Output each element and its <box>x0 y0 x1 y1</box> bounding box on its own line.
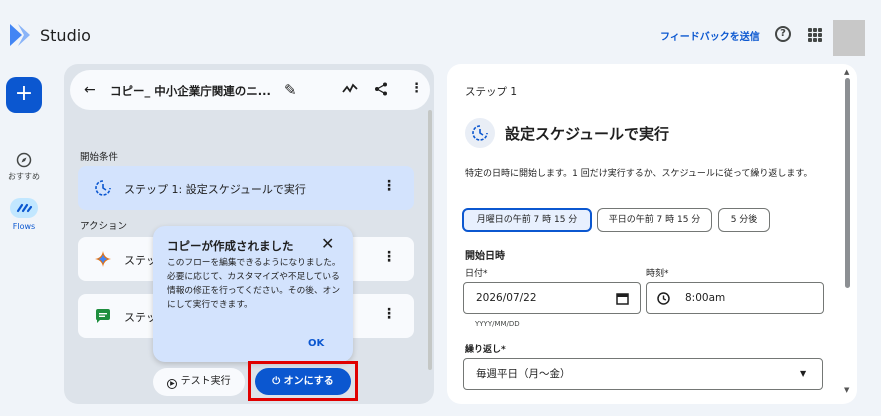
flow-name: コピー_ 中小企業庁関連のニ... <box>110 84 271 98</box>
gemini-sparkle-icon <box>95 251 111 267</box>
share-icon[interactable] <box>374 82 388 96</box>
rail-item-recommended[interactable]: おすすめ <box>0 152 48 182</box>
copy-created-tooltip: コピーが作成されました ✕ このフローを編集できるようになりました。必要に応じて… <box>153 226 353 362</box>
rail-item-flows[interactable]: Flows <box>0 198 48 231</box>
apps-grid-icon[interactable] <box>808 28 822 42</box>
activity-icon[interactable] <box>342 83 358 95</box>
step-detail-panel: ステップ 1 設定スケジュールで実行 特定の日時に開始します。1 回だけ実行する… <box>447 64 857 404</box>
schedule-icon <box>465 118 495 148</box>
more-vert-icon[interactable]: ⋮ <box>410 81 423 96</box>
start-condition-label: 開始条件 <box>80 152 119 163</box>
repeat-value: 毎週平日（月〜金） <box>476 368 571 380</box>
chip-5min[interactable]: 5 分後 <box>718 208 770 232</box>
clock-icon <box>657 292 670 305</box>
step-menu-icon[interactable]: ⋮ <box>382 306 396 322</box>
start-datetime-heading: 開始日時 <box>465 251 505 262</box>
studio-logo-icon[interactable] <box>8 22 32 48</box>
rail-item-label: おすすめ <box>8 172 40 181</box>
time-label: 時刻* <box>646 269 669 279</box>
step-menu-icon[interactable]: ⋮ <box>382 178 396 194</box>
time-field[interactable]: 8:00am <box>646 282 824 314</box>
feedback-link[interactable]: フィードバックを送信 <box>660 28 760 43</box>
create-button[interactable]: + <box>6 77 42 113</box>
edit-pencil-icon[interactable]: ✎ <box>284 81 297 99</box>
avatar[interactable] <box>833 20 865 56</box>
flow-header: ← コピー_ 中小企業庁関連のニ... ✎ <box>70 70 368 110</box>
date-format-helper: YYYY/MM/DD <box>475 320 520 328</box>
date-value: 2026/07/22 <box>476 292 537 304</box>
close-icon[interactable]: ✕ <box>321 234 334 253</box>
dropdown-arrow-icon: ▼ <box>800 369 807 378</box>
turn-on-button[interactable]: ⏻ オンにする <box>255 368 351 395</box>
detail-scrollbar[interactable]: ▲ ▼ <box>844 68 852 398</box>
repeat-select[interactable]: 毎週平日（月〜金） ▼ <box>463 358 823 390</box>
step-title: 設定スケジュールで実行 <box>505 125 669 143</box>
back-arrow-icon[interactable]: ← <box>84 82 96 98</box>
scroll-thumb[interactable] <box>845 78 850 288</box>
step-card-1[interactable]: ステップ 1: 設定スケジュールで実行 ⋮ <box>78 166 414 210</box>
ok-button[interactable]: OK <box>308 338 324 349</box>
action-label: アクション <box>80 221 128 232</box>
turn-on-label: オンにする <box>283 376 334 387</box>
schedule-icon <box>95 180 111 196</box>
help-icon[interactable]: ? <box>775 26 791 42</box>
repeat-label: 繰り返し* <box>465 345 506 355</box>
scroll-up-icon[interactable]: ▲ <box>844 68 849 76</box>
scroll-down-icon[interactable]: ▼ <box>844 386 849 394</box>
flow-actions: ⋮ <box>330 70 430 110</box>
chip-monday-715[interactable]: 月曜日の午前 7 時 15 分 <box>462 208 592 232</box>
chat-icon <box>96 309 110 323</box>
top-bar: Studio フィードバックを送信 ? <box>0 0 881 64</box>
step-number: ステップ 1 <box>465 86 518 98</box>
test-run-button[interactable]: ▶ テスト実行 <box>153 368 245 396</box>
test-run-label: テスト実行 <box>180 376 231 387</box>
step-description: 特定の日時に開始します。1 回だけ実行するか、スケジュールに従って繰り返します。 <box>465 169 813 179</box>
calendar-icon[interactable] <box>616 292 629 305</box>
date-label: 日付* <box>465 269 488 279</box>
flow-scrollbar[interactable] <box>428 110 432 370</box>
tooltip-body: このフローを編集できるようになりました。必要に応じて、カスタマイズや不足している… <box>167 258 341 310</box>
play-icon: ▶ <box>167 379 178 389</box>
compass-icon <box>16 152 32 168</box>
flows-icon <box>10 198 38 218</box>
chip-weekday-715[interactable]: 平日の午前 7 時 15 分 <box>597 208 712 232</box>
time-value: 8:00am <box>685 292 726 304</box>
app-title: Studio <box>40 26 91 45</box>
step-menu-icon[interactable]: ⋮ <box>382 249 396 265</box>
step-label: ステップ 1: 設定スケジュールで実行 <box>124 183 306 196</box>
power-icon: ⏻ <box>272 376 284 387</box>
tooltip-title: コピーが作成されました <box>167 239 294 253</box>
date-field[interactable]: 2026/07/22 <box>463 282 641 314</box>
rail-item-label: Flows <box>12 222 36 231</box>
